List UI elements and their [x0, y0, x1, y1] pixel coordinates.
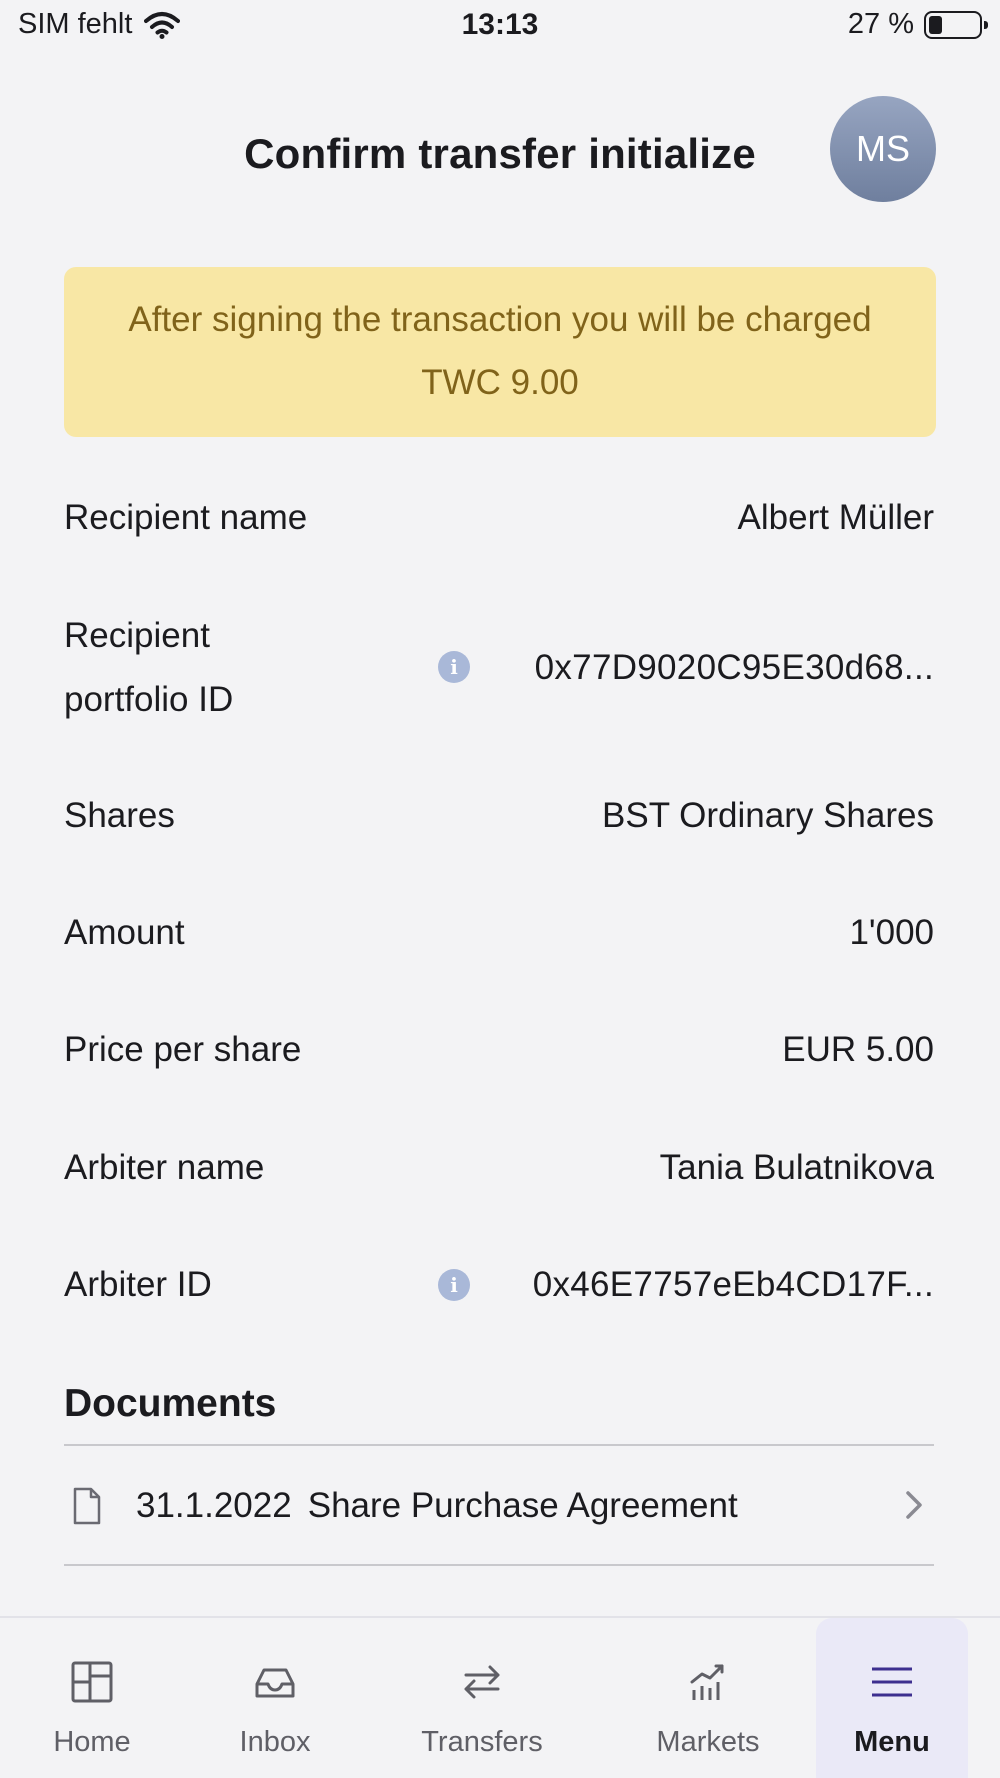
battery-icon [924, 10, 988, 39]
status-bar: SIM fehlt 13:13 27 % [0, 0, 1000, 56]
chevron-right-icon [906, 1491, 922, 1519]
shares-value: BST Ordinary Shares [602, 796, 934, 835]
tab-markets[interactable]: Markets [633, 1618, 783, 1778]
transfer-arrows-icon [464, 1665, 500, 1699]
shares-label: Shares [64, 796, 175, 835]
recipient-name-label: Recipient name [64, 498, 308, 537]
price-per-share-label: Price per share [64, 1030, 302, 1069]
arbiter-name-value: Tania Bulatnikova [659, 1148, 934, 1187]
recipient-portfolio-value: 0x77D9020C95E30d68... [534, 648, 934, 687]
divider [64, 1564, 934, 1566]
amount-value: 1'000 [849, 913, 934, 952]
page-header: Confirm transfer initialize MS [0, 90, 1000, 220]
document-date: 31.1.2022 [136, 1486, 292, 1525]
amount-row: Amount 1'000 [64, 899, 934, 967]
arbiter-name-label: Arbiter name [64, 1148, 265, 1187]
arbiter-id-value: 0x46E7757eEb4CD17F... [532, 1265, 934, 1304]
avatar[interactable]: MS [830, 96, 936, 202]
price-per-share-value: EUR 5.00 [782, 1030, 934, 1069]
recipient-name-row: Recipient name Albert Müller [64, 484, 934, 552]
recipient-portfolio-label-line2: portfolio ID [64, 680, 234, 719]
tab-markets-label: Markets [656, 1726, 760, 1758]
home-grid-icon [71, 1661, 113, 1703]
document-item[interactable]: 31.1.2022 Share Purchase Agreement [64, 1448, 934, 1564]
recipient-portfolio-row: Recipient portfolio ID i 0x77D9020C95E30… [64, 603, 934, 733]
tab-home-label: Home [53, 1726, 131, 1758]
menu-icon [872, 1667, 912, 1697]
document-icon [73, 1487, 101, 1525]
info-icon[interactable]: i [438, 1269, 470, 1301]
inbox-tray-icon [255, 1668, 295, 1698]
tab-transfers[interactable]: Transfers [402, 1618, 562, 1778]
divider [64, 1444, 934, 1446]
arbiter-id-row: Arbiter ID i 0x46E7757eEb4CD17F... [64, 1251, 934, 1319]
recipient-name-value: Albert Müller [737, 498, 934, 537]
info-icon[interactable]: i [438, 651, 470, 683]
recipient-portfolio-label-line1: Recipient [64, 616, 210, 655]
arbiter-id-label: Arbiter ID [64, 1265, 212, 1304]
tab-menu[interactable]: Menu [816, 1618, 968, 1778]
price-per-share-row: Price per share EUR 5.00 [64, 1016, 934, 1084]
arbiter-name-row: Arbiter name Tania Bulatnikova [64, 1134, 934, 1202]
tab-inbox-label: Inbox [239, 1726, 311, 1758]
documents-title: Documents [64, 1382, 277, 1425]
tab-inbox[interactable]: Inbox [205, 1618, 345, 1778]
battery-level [929, 15, 942, 34]
status-right: 27 % [847, 8, 988, 41]
charge-notice: After signing the transaction you will b… [64, 267, 936, 437]
charge-notice-amount: TWC 9.00 [421, 363, 579, 402]
tab-transfers-label: Transfers [421, 1726, 543, 1758]
amount-label: Amount [64, 913, 185, 952]
tab-bar: Home Inbox Transfers Markets Menu [0, 1616, 1000, 1778]
battery-percent: 27 % [847, 8, 914, 40]
document-name: Share Purchase Agreement [307, 1486, 738, 1525]
tab-home[interactable]: Home [22, 1618, 162, 1778]
shares-row: Shares BST Ordinary Shares [64, 782, 934, 850]
tab-menu-label: Menu [854, 1726, 930, 1758]
recipient-portfolio-label: Recipient portfolio ID [64, 604, 324, 732]
charge-notice-text: After signing the transaction you will b… [128, 300, 872, 339]
chart-icon [690, 1664, 724, 1700]
